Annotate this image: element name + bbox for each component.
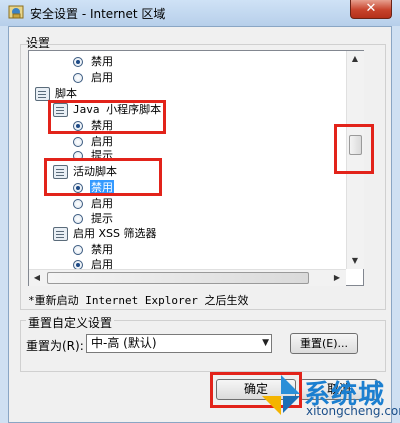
annotation-box-active-script [44, 158, 162, 196]
option-label: 启用 [91, 71, 113, 84]
radio-java-enable[interactable] [73, 137, 83, 147]
option-label: 禁用 [91, 55, 113, 68]
scroll-down-icon[interactable]: ▼ [347, 253, 363, 269]
radio-xss-disable[interactable] [73, 245, 83, 255]
scroll-left-icon[interactable]: ◀ [29, 270, 45, 286]
option-label: 禁用 [91, 243, 113, 256]
chevron-down-icon[interactable]: ▼ [262, 335, 269, 352]
node-label: 启用 XSS 筛选器 [73, 227, 157, 240]
option-label: 启用 [91, 197, 113, 210]
reset-group-label: 重置自定义设置 [26, 314, 115, 331]
radio-disable[interactable] [73, 57, 83, 67]
reset-level-select[interactable]: 中-高 (默认) ▼ [86, 334, 272, 353]
restart-note: *重新启动 Internet Explorer 之后生效 [28, 294, 249, 307]
script-icon [35, 87, 50, 101]
close-button[interactable]: ✕ [350, 0, 392, 19]
script-icon [53, 227, 68, 241]
reset-level-value: 中-高 (默认) [91, 336, 157, 350]
title-bar: 安全设置 - Internet 区域 [0, 0, 400, 26]
internet-zone-icon [8, 5, 24, 19]
radio-active-prompt[interactable] [73, 214, 83, 224]
reset-button[interactable]: 重置(E)... [290, 333, 358, 354]
radio-active-enable[interactable] [73, 199, 83, 209]
scroll-right-icon[interactable]: ▶ [329, 270, 345, 286]
horizontal-scrollbar[interactable]: ◀ ▶ [29, 269, 346, 286]
window-title: 安全设置 - Internet 区域 [30, 7, 166, 21]
scroll-up-icon[interactable]: ▲ [347, 51, 363, 67]
option-label: 提示 [91, 212, 113, 225]
scroll-thumb-horizontal[interactable] [47, 272, 309, 284]
watermark-logo-icon [262, 375, 300, 415]
reset-to-label: 重置为(R): [26, 339, 84, 353]
annotation-box-java [48, 100, 166, 134]
annotation-box-scrollbar [334, 124, 374, 174]
radio-enable[interactable] [73, 73, 83, 83]
watermark-url: xitongcheng.com [306, 404, 400, 418]
